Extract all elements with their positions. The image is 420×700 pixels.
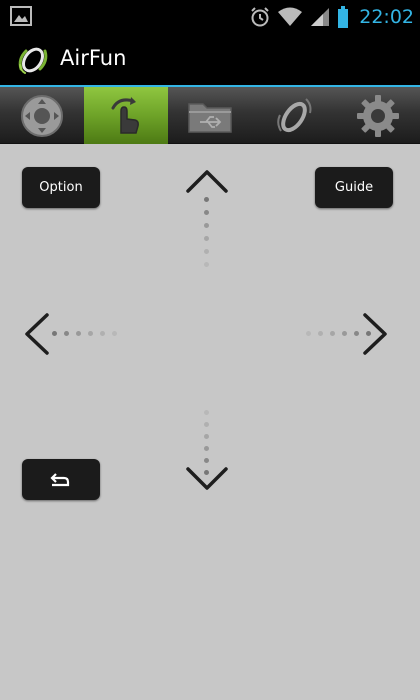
alarm-icon	[251, 7, 269, 27]
option-button[interactable]: Option	[22, 167, 100, 208]
tab-air-mouse[interactable]	[252, 87, 336, 144]
app-title: AirFun	[60, 46, 127, 70]
tab-dpad-remote[interactable]	[0, 87, 84, 144]
tab-touch-gesture[interactable]	[84, 87, 168, 144]
tab-bar	[0, 87, 420, 144]
action-bar: AirFun	[0, 34, 420, 85]
status-icons: 22:02	[249, 4, 414, 30]
left-swipe-trail	[52, 331, 117, 336]
up-swipe-trail	[204, 197, 209, 267]
back-button[interactable]	[22, 459, 100, 500]
status-time: 22:02	[359, 6, 414, 28]
battery-icon	[338, 6, 349, 28]
touch-gesture-icon	[111, 96, 139, 134]
left-arrow-icon[interactable]	[22, 313, 50, 355]
status-bar: 22:02	[0, 0, 420, 34]
option-button-label: Option	[39, 180, 83, 195]
gallery-icon	[10, 6, 32, 26]
dpad-icon	[21, 94, 63, 137]
tab-files[interactable]	[168, 87, 252, 144]
right-arrow-icon[interactable]	[362, 313, 390, 355]
tab-settings[interactable]	[336, 87, 420, 144]
wifi-icon	[278, 7, 303, 26]
gear-icon	[357, 94, 399, 137]
usb-folder-icon	[188, 102, 232, 133]
signal-icon	[311, 8, 330, 26]
back-arrow-icon	[50, 472, 70, 486]
down-arrow-icon[interactable]	[186, 466, 228, 492]
guide-button[interactable]: Guide	[315, 167, 393, 208]
app-screen: 22:02 AirFun Option Guide	[0, 0, 420, 700]
air-mouse-icon	[277, 97, 312, 132]
airfun-logo-icon	[18, 47, 48, 74]
up-arrow-icon[interactable]	[186, 168, 228, 194]
guide-button-label: Guide	[334, 180, 374, 195]
